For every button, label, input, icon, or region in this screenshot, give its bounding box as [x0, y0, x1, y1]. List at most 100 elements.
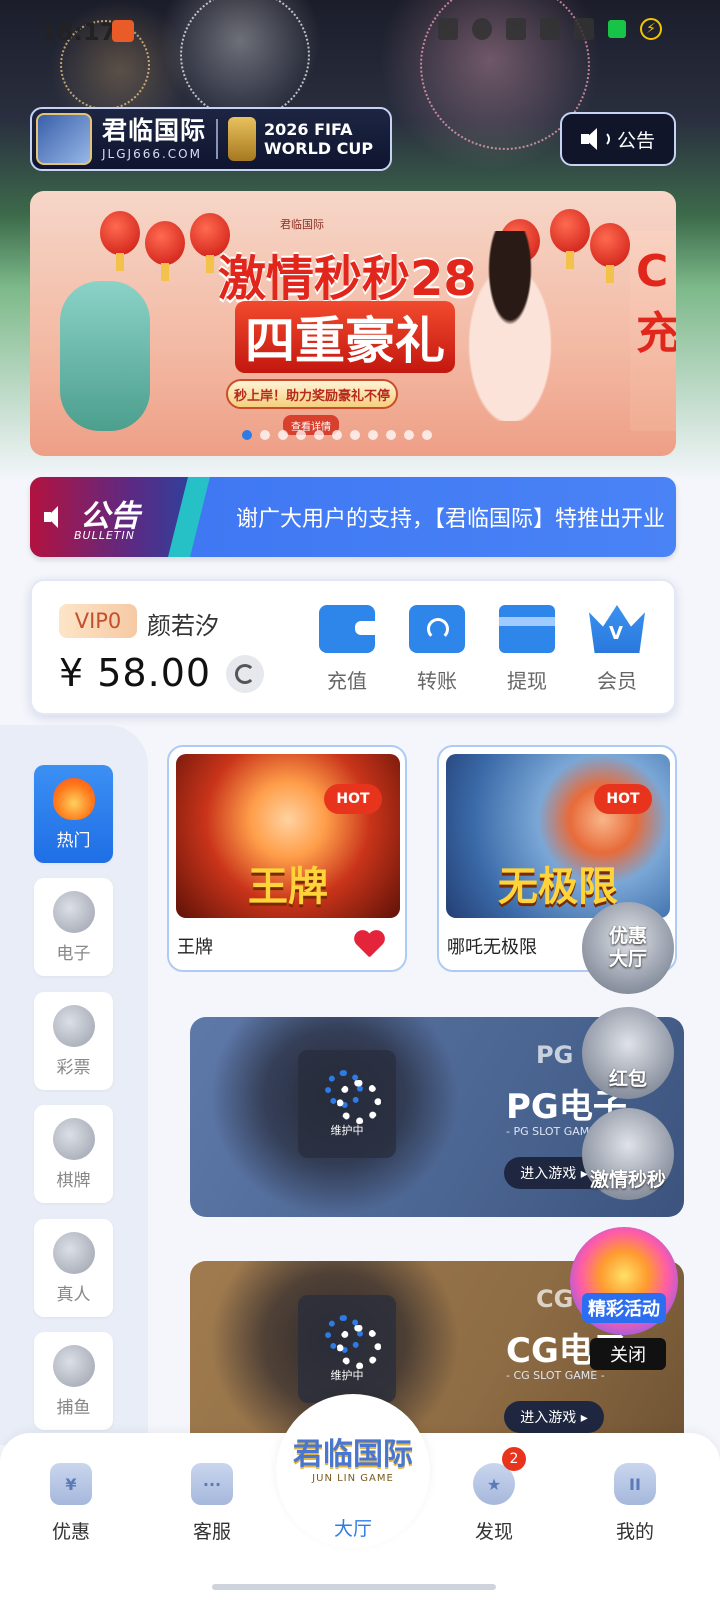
- withdraw-button[interactable]: 提现: [492, 605, 562, 694]
- carousel-dot[interactable]: [368, 430, 378, 440]
- notification-badge: 2: [502, 1447, 526, 1471]
- carousel-dot[interactable]: [350, 430, 360, 440]
- promo-hall-label: 优惠大厅: [608, 925, 647, 970]
- carousel-dot[interactable]: [404, 430, 414, 440]
- nav-lobby[interactable]: 君临国际 JUN LIN GAME 大厅: [276, 1394, 430, 1548]
- balance-amount: ¥ 58.00: [59, 651, 212, 695]
- nav-label: 大厅: [333, 1518, 372, 1540]
- category-label: 棋牌: [56, 1170, 91, 1191]
- transfer-icon: [409, 605, 465, 653]
- category-slots[interactable]: 电子: [34, 878, 113, 976]
- category-lottery[interactable]: 彩票: [34, 992, 113, 1090]
- notice-button-label: 公告: [616, 129, 655, 152]
- carousel-dot[interactable]: [242, 430, 252, 440]
- provider-logo: CG: [536, 1285, 574, 1313]
- banner-subtitle: 四重豪礼: [235, 301, 455, 373]
- hot-badge: HOT: [324, 784, 382, 814]
- moon-icon: [472, 18, 492, 40]
- flash-event-label: 激情秒秒: [589, 1169, 666, 1191]
- deposit-label: 充值: [327, 669, 367, 693]
- deposit-button[interactable]: 充值: [312, 605, 382, 694]
- live-dealer-icon: [52, 1231, 95, 1274]
- carousel-dot[interactable]: [332, 430, 342, 440]
- divider: [216, 119, 219, 159]
- nav-support[interactable]: ··· 客服: [172, 1463, 252, 1544]
- bulletin-subtitle: BULLETIN: [74, 529, 135, 542]
- crown-icon: V: [589, 605, 645, 653]
- speaker-icon: [580, 127, 610, 151]
- worldcup-line1: 2026 FIFA: [264, 119, 353, 139]
- carousel-dot[interactable]: [278, 430, 288, 440]
- gear-icon: [325, 1070, 381, 1124]
- membership-button[interactable]: V 会员: [582, 605, 652, 694]
- category-label: 捕鱼: [56, 1397, 91, 1418]
- game-name: 哪吒无极限: [447, 937, 537, 958]
- lobby-logo-subtext: JUN LIN GAME: [312, 1472, 394, 1484]
- banner-logo: 君临国际: [280, 218, 324, 231]
- vip-badge[interactable]: VIP0: [59, 604, 137, 638]
- red-packet-float-button[interactable]: 红包: [582, 1007, 674, 1099]
- gear-icon: [325, 1315, 381, 1369]
- nav-label: 优惠: [51, 1521, 90, 1543]
- brand-name: 君临国际: [102, 116, 207, 145]
- status-bar: 18:17 ⚡: [0, 0, 720, 64]
- close-float-button[interactable]: 关闭: [590, 1338, 666, 1370]
- carousel-dot[interactable]: [260, 430, 270, 440]
- activities-float-button[interactable]: 精彩活动: [570, 1227, 678, 1335]
- slot-machine-icon: [52, 890, 95, 933]
- transfer-label: 转账: [417, 669, 457, 693]
- carousel-dot[interactable]: [296, 430, 306, 440]
- fish-icon: [52, 1344, 95, 1387]
- lantern-decoration: [100, 211, 140, 271]
- category-hot[interactable]: 热门: [34, 765, 113, 863]
- provider-logo: PG: [536, 1041, 574, 1069]
- category-sidebar: 热门 电子 彩票 棋牌 真人 捕鱼: [0, 725, 148, 1445]
- carousel-indicator[interactable]: [242, 430, 432, 440]
- game-thumbnail: HOT 王牌: [176, 754, 400, 918]
- nav-discover[interactable]: ★ 发现: [454, 1463, 534, 1544]
- carousel-dot[interactable]: [314, 430, 324, 440]
- lottery-balls-icon: [52, 1004, 95, 1047]
- chat-icon: ···: [191, 1463, 233, 1505]
- worldcup-line2: WORLD CUP: [264, 139, 374, 158]
- network-speed-icon: [506, 18, 526, 40]
- game-card-wangpai[interactable]: HOT 王牌 王牌: [167, 745, 407, 972]
- signal-icon: [574, 18, 594, 40]
- carousel-dot[interactable]: [386, 430, 396, 440]
- red-packet-label: 红包: [608, 1068, 647, 1090]
- wallet-icon: [319, 605, 375, 653]
- nav-label: 发现: [474, 1521, 513, 1543]
- enter-game-button[interactable]: 进入游戏 ▸: [504, 1401, 604, 1433]
- nav-profile[interactable]: II 我的: [595, 1463, 675, 1544]
- refresh-balance-button[interactable]: [226, 655, 264, 693]
- withdraw-label: 提现: [507, 669, 547, 693]
- heart-icon[interactable]: [353, 927, 385, 959]
- wallet-card: VIP0 颜若汐 ¥ 58.00 充值 转账 提现 V 会员: [30, 579, 676, 715]
- promo-banner[interactable]: 君临国际 激情秒秒28 四重豪礼 秒上岸！助力奖励豪礼不停 查看详情 C充: [30, 191, 676, 456]
- app-notification-icon: [112, 20, 134, 42]
- username: 颜若汐: [147, 612, 219, 640]
- category-label: 电子: [56, 943, 91, 964]
- activities-label: 精彩活动: [582, 1293, 666, 1323]
- nav-promotions[interactable]: ¥ 优惠: [31, 1463, 111, 1544]
- bulletin-bar[interactable]: 公告 BULLETIN 谢广大用户的支持，【君临国际】特推出开业: [30, 477, 676, 557]
- maintenance-overlay: 维护中: [298, 1050, 396, 1158]
- banner-tagline: 秒上岸！助力奖励豪礼不停: [226, 379, 398, 409]
- refresh-icon: [235, 664, 255, 684]
- charging-icon: ⚡: [640, 18, 662, 40]
- notice-button[interactable]: 公告: [560, 112, 676, 166]
- category-live[interactable]: 真人: [34, 1219, 113, 1317]
- nav-label: 客服: [192, 1521, 231, 1543]
- carousel-dot[interactable]: [422, 430, 432, 440]
- speaker-icon: [44, 505, 68, 529]
- flame-icon: [52, 777, 95, 820]
- flash-event-float-button[interactable]: 激情秒秒: [582, 1108, 674, 1200]
- transfer-button[interactable]: 转账: [402, 605, 472, 694]
- promo-hall-float-button[interactable]: 优惠大厅: [582, 902, 674, 994]
- hot-badge: HOT: [594, 784, 652, 814]
- nav-label: 我的: [615, 1521, 654, 1543]
- home-indicator[interactable]: [212, 1584, 496, 1590]
- category-cards[interactable]: 棋牌: [34, 1105, 113, 1203]
- category-fishing[interactable]: 捕鱼: [34, 1332, 113, 1430]
- game-title-art: 王牌: [248, 864, 328, 910]
